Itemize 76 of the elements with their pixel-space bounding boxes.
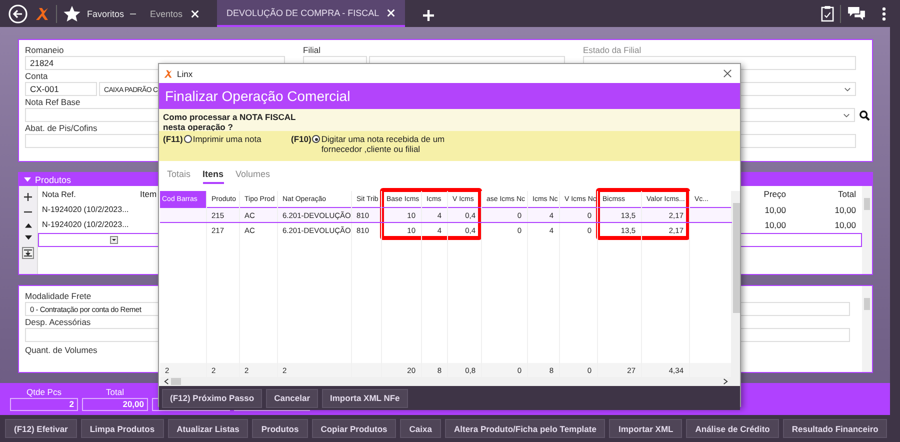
field-label: Nota Ref Base [25,96,80,108]
table-cell-text: 10,00 [834,204,857,214]
field-label: Romaneio [25,44,64,56]
logo-icon [163,68,173,78]
caret-icon [130,12,136,16]
total-label: Total [106,386,124,398]
action-button[interactable]: Análise de Crédito [686,419,779,438]
radio-button[interactable] [312,135,320,143]
section-title: Produtos [35,174,72,184]
field-label: Abat. de Pis/Cofins [25,122,98,134]
action-button[interactable]: Atualizar Listas [168,419,248,438]
option-label[interactable]: Digitar uma nota recebida de um fornecedor ,cliente ou filial [321,134,456,154]
field-label: Modalidade Frete [25,290,92,302]
scroll-thumb[interactable] [171,378,181,385]
table-cell-text: 10,00 [834,220,857,230]
total-field: 20,00 [82,398,148,411]
dialog-title: Finalizar Operação Comercial [165,88,350,104]
table-cell-text: N-1924020 (10/2/2023... [41,220,130,229]
field-label: Estado da Filial [583,44,642,56]
scrollbar[interactable] [862,186,872,274]
dialog-button[interactable]: (F12) Próximo Passo [162,388,262,408]
expand-icon[interactable] [22,247,34,259]
action-button[interactable]: Resultado Financeiro [782,419,888,438]
chevron-icon [844,86,851,92]
add-icon[interactable] [24,193,32,201]
scrollbar[interactable] [160,377,732,386]
more-icon[interactable] [882,6,886,20]
tab[interactable]: Eventos [142,1,207,26]
star-icon[interactable] [63,4,81,22]
table-cell-text: 10,00 [764,220,786,230]
back-icon[interactable] [8,4,28,24]
dialog-button[interactable]: Cancelar [266,388,318,408]
move-up-icon[interactable] [24,223,32,228]
action-button[interactable]: Limpa Produtos [80,419,164,438]
tab[interactable]: Volumes [236,166,270,184]
option-label[interactable]: Imprimir uma nota [192,134,262,144]
chevron-icon [843,112,850,118]
table-cell-text: 10,00 [764,204,786,214]
add-tab-icon[interactable] [423,10,434,21]
clipboard-icon[interactable] [821,5,834,22]
dropdown-icon[interactable] [110,236,118,244]
field-label: Conta [25,70,48,82]
close-icon[interactable] [723,69,732,78]
input-field[interactable]: CX-001 [25,82,97,96]
question-text: Como processar a NOTA FISCAL nesta operação ? [163,112,297,132]
logo-icon[interactable] [34,6,50,22]
column-header[interactable]: Total [786,189,862,199]
tab[interactable]: Totais [167,166,191,184]
shortcut-label: (F11) [163,134,183,144]
search-icon[interactable] [859,110,870,120]
total-field: 2 [10,398,78,411]
collapse-triangle-icon [24,177,31,182]
scroll-right-icon[interactable] [722,378,728,385]
field-label: Filial [303,44,320,56]
scroll-left-icon[interactable] [164,378,169,385]
column-header[interactable]: Nota Ref. [38,190,138,198]
action-button[interactable]: Altera Produto/Ficha pelo Template [444,419,606,438]
radio-button[interactable] [184,135,192,143]
field-label: Quant. de Volumes [25,344,98,356]
chat-icon[interactable] [847,6,866,21]
favorites-menu[interactable]: Favoritos [87,8,124,18]
action-button[interactable]: Caixa [400,419,441,438]
scrollbar[interactable] [862,286,872,372]
total-label: Qtde Pcs [26,386,62,398]
action-button[interactable]: Copiar Produtos [312,419,396,438]
tab[interactable]: Itens [202,166,224,184]
move-down-icon[interactable] [24,235,32,240]
action-button[interactable]: (F12) Efetivar [5,419,77,438]
table-cell-text: N-1924020 (10/2/2023... [41,205,130,214]
tab[interactable]: DEVOLUÇÃO DE COMPRA - FISCAL [216,0,406,27]
action-button[interactable]: Produtos [252,419,308,438]
action-button[interactable]: Importar XML [609,419,682,438]
field-label: Desp. Acessórias [25,316,91,328]
window-title: Linx [177,68,193,78]
shortcut-label: (F10) [291,134,312,144]
dialog-button[interactable]: Importa XML NFe [322,388,408,408]
